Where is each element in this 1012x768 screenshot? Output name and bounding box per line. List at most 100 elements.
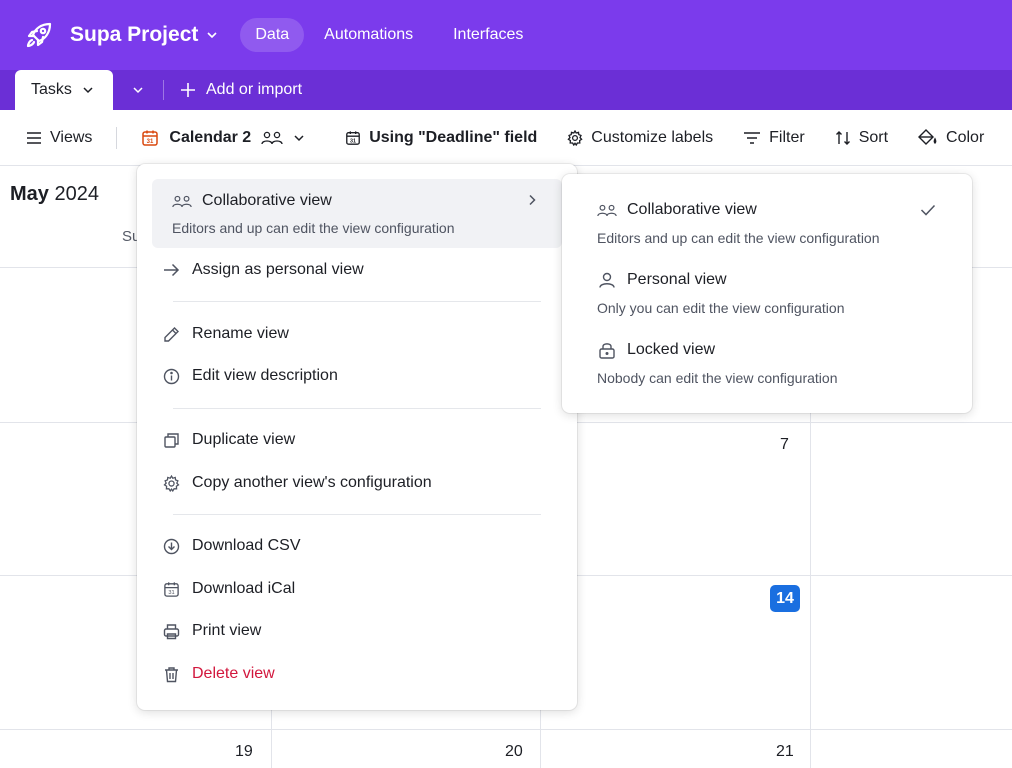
add-or-import-button[interactable]: Add or import bbox=[172, 70, 302, 110]
download-ical-label: Download iCal bbox=[192, 580, 296, 597]
filter-button[interactable]: Filter bbox=[743, 129, 805, 147]
chevron-down-icon bbox=[83, 87, 93, 94]
date-14-today[interactable]: 14 bbox=[770, 585, 800, 612]
collaborative-view-option[interactable]: Collaborative view bbox=[597, 201, 757, 219]
collaborative-icon bbox=[261, 131, 283, 144]
printer-icon bbox=[163, 623, 180, 639]
locked-view-option-desc: Nobody can edit the view configuration bbox=[597, 370, 838, 386]
person-icon bbox=[599, 272, 615, 288]
collaborative-view-desc: Editors and up can edit the view configu… bbox=[172, 220, 455, 236]
customize-labels-button[interactable]: Customize labels bbox=[567, 129, 713, 147]
hamburger-icon bbox=[27, 131, 41, 144]
nav-data[interactable]: Data bbox=[240, 18, 305, 52]
nav-automations[interactable]: Automations bbox=[314, 18, 428, 52]
date-20[interactable]: 20 bbox=[505, 743, 523, 761]
personal-view-option-desc: Only you can edit the view configuration bbox=[597, 300, 845, 316]
chevron-right-icon bbox=[529, 194, 536, 206]
gear-icon bbox=[163, 474, 180, 492]
sort-label: Sort bbox=[858, 128, 889, 146]
date-field-button[interactable]: 31 Using "Deadline" field bbox=[345, 129, 537, 147]
date-19[interactable]: 19 bbox=[235, 743, 253, 761]
tab-divider bbox=[163, 80, 164, 100]
view-switcher-button[interactable]: 31 Calendar 2 bbox=[141, 129, 305, 147]
collaborative-icon bbox=[172, 195, 192, 207]
menu-divider bbox=[173, 514, 541, 515]
copy-view-configuration-item[interactable]: Copy another view's configuration bbox=[163, 474, 432, 492]
edit-view-description-label: Edit view description bbox=[192, 367, 338, 384]
download-csv-label: Download CSV bbox=[192, 537, 301, 554]
collaborative-view-label: Collaborative view bbox=[202, 192, 332, 209]
project-title[interactable]: Supa Project bbox=[70, 23, 198, 47]
sort-icon bbox=[835, 130, 850, 145]
lock-icon bbox=[599, 342, 615, 359]
duplicate-icon bbox=[164, 432, 179, 448]
collaborative-icon bbox=[597, 204, 617, 216]
year: 2024 bbox=[54, 183, 99, 205]
personal-view-option[interactable]: Personal view bbox=[597, 271, 727, 289]
duplicate-view-item[interactable]: Duplicate view bbox=[163, 431, 295, 449]
collaborative-view-menu-item[interactable]: Collaborative view Editors and up can ed… bbox=[152, 179, 562, 248]
gear-icon bbox=[567, 129, 583, 146]
color-button[interactable]: Color bbox=[918, 129, 984, 147]
chevron-down-icon bbox=[294, 134, 304, 141]
color-label: Color bbox=[946, 128, 985, 146]
collaborative-view-option-label: Collaborative view bbox=[627, 201, 757, 218]
calendar-grid-line bbox=[0, 729, 1012, 730]
rename-view-label: Rename view bbox=[192, 325, 289, 342]
calendar-icon: 31 bbox=[346, 130, 361, 145]
table-tab-bar: Tasks Add or import bbox=[0, 70, 1012, 110]
trash-icon bbox=[165, 666, 178, 682]
nav-interfaces[interactable]: Interfaces bbox=[438, 18, 538, 52]
filter-label: Filter bbox=[769, 128, 805, 146]
toolbar-divider bbox=[116, 126, 118, 149]
date-field-label: Using "Deadline" field bbox=[369, 128, 538, 146]
download-csv-item[interactable]: Download CSV bbox=[163, 537, 301, 555]
date-7[interactable]: 7 bbox=[780, 436, 789, 454]
menu-divider bbox=[173, 301, 541, 302]
duplicate-view-label: Duplicate view bbox=[192, 431, 296, 448]
menu-divider bbox=[173, 408, 541, 409]
svg-text:31: 31 bbox=[168, 590, 174, 596]
checkmark-icon bbox=[920, 204, 936, 216]
date-21[interactable]: 21 bbox=[776, 743, 794, 761]
print-view-item[interactable]: Print view bbox=[163, 622, 261, 640]
view-toolbar: Views 31 Calendar 2 31 Using "Deadline" … bbox=[0, 110, 1012, 166]
download-ical-item[interactable]: 31 Download iCal bbox=[163, 580, 295, 598]
calendar-icon: 31 bbox=[142, 130, 159, 146]
locked-view-option-label: Locked view bbox=[627, 341, 716, 358]
views-button[interactable]: Views bbox=[26, 129, 92, 147]
arrow-right-icon bbox=[164, 263, 180, 277]
download-icon bbox=[163, 538, 180, 554]
tab-tasks[interactable]: Tasks bbox=[15, 70, 113, 110]
assign-personal-view-label: Assign as personal view bbox=[192, 261, 364, 278]
locked-view-option[interactable]: Locked view bbox=[597, 341, 715, 359]
delete-view-item[interactable]: Delete view bbox=[163, 665, 275, 683]
view-name: Calendar 2 bbox=[169, 128, 252, 146]
view-options-menu: Collaborative view Editors and up can ed… bbox=[137, 164, 577, 710]
views-label: Views bbox=[50, 128, 93, 146]
svg-text:31: 31 bbox=[350, 138, 356, 144]
top-bar: Supa Project Data Automations Interfaces bbox=[0, 0, 1012, 70]
delete-view-label: Delete view bbox=[192, 665, 275, 682]
edit-view-description-item[interactable]: Edit view description bbox=[163, 367, 338, 385]
collaborative-view-row: Collaborative view bbox=[172, 192, 332, 210]
chevron-down-icon bbox=[133, 87, 143, 94]
view-permission-submenu: Collaborative view Editors and up can ed… bbox=[562, 174, 972, 413]
tables-menu-button[interactable] bbox=[113, 70, 163, 110]
rename-view-item[interactable]: Rename view bbox=[163, 325, 289, 343]
calendar-month-title: May 2024 bbox=[10, 183, 99, 206]
plus-icon bbox=[181, 83, 195, 97]
rocket-icon[interactable] bbox=[24, 20, 54, 50]
assign-personal-view-item[interactable]: Assign as personal view bbox=[163, 261, 364, 279]
chevron-down-icon[interactable] bbox=[206, 29, 218, 41]
calendar-icon: 31 bbox=[164, 581, 179, 597]
add-or-import-label: Add or import bbox=[206, 81, 303, 98]
sort-button[interactable]: Sort bbox=[835, 129, 888, 147]
copy-view-configuration-label: Copy another view's configuration bbox=[192, 474, 432, 491]
collaborative-view-option-desc: Editors and up can edit the view configu… bbox=[597, 230, 880, 246]
pencil-icon bbox=[164, 326, 179, 342]
paint-bucket-icon bbox=[918, 128, 937, 145]
tab-tasks-label: Tasks bbox=[31, 81, 72, 98]
info-icon bbox=[163, 368, 180, 384]
filter-icon bbox=[744, 131, 761, 144]
